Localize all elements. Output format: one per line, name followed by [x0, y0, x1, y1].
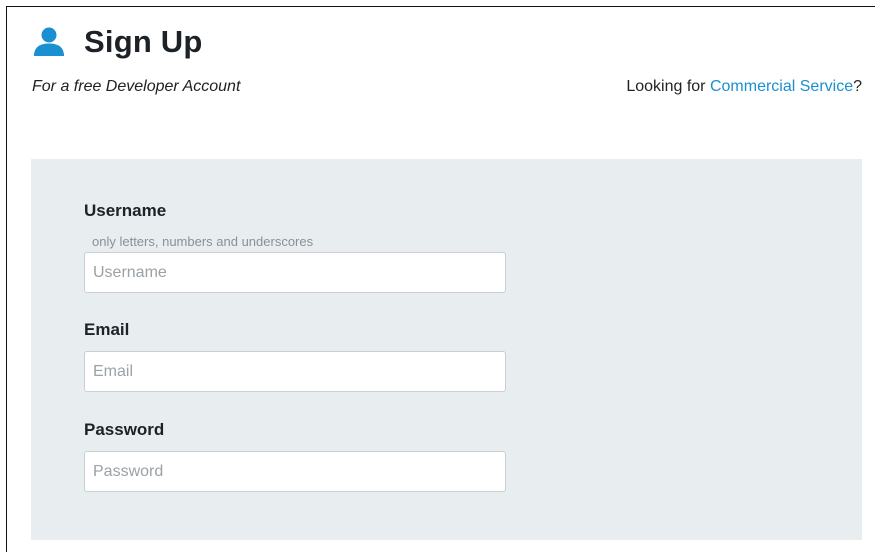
username-label: Username — [84, 201, 167, 220]
page-title: Sign Up — [84, 24, 203, 59]
page-subtitle: For a free Developer Account — [32, 78, 241, 95]
user-icon — [32, 27, 66, 57]
username-hint: only letters, numbers and underscores — [92, 234, 314, 249]
email-label: Email — [84, 320, 130, 339]
page-header: Sign Up — [32, 24, 203, 60]
commercial-service-prompt: Looking for Commercial Service? — [626, 78, 862, 96]
commercial-service-link[interactable]: Commercial Service — [710, 78, 853, 95]
commercial-prefix: Looking for — [626, 78, 710, 95]
password-input[interactable] — [84, 451, 506, 492]
password-label: Password — [84, 420, 165, 439]
signup-form-panel: Username only letters, numbers and under… — [31, 159, 862, 540]
commercial-suffix: ? — [853, 78, 862, 95]
username-input[interactable] — [84, 252, 506, 293]
email-input[interactable] — [84, 351, 506, 392]
